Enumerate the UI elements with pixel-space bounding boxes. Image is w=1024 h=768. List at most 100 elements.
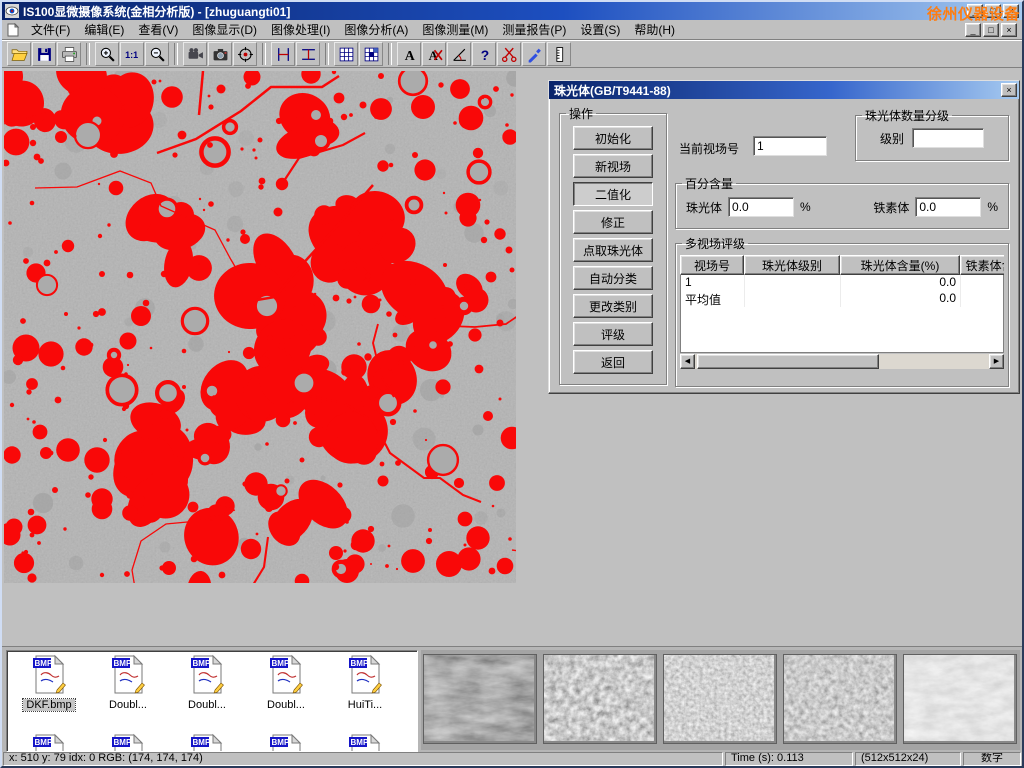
thumbnail-image[interactable] [783, 654, 897, 744]
table-cell: 0.0 [841, 275, 961, 291]
grid-dark-button[interactable] [359, 42, 383, 66]
menu-item[interactable]: 图像测量(M) [415, 21, 495, 39]
file-item[interactable]: BMP [327, 733, 403, 752]
ruler-button[interactable] [547, 42, 571, 66]
print-button[interactable] [57, 42, 81, 66]
file-name-label: Doubl... [185, 699, 229, 711]
file-item[interactable]: BMP [169, 733, 245, 752]
operation-button[interactable]: 点取珠光体 [573, 238, 653, 262]
file-item[interactable]: BMP [248, 733, 324, 752]
micrograph-image[interactable] [4, 71, 516, 583]
maximize-button[interactable]: □ [985, 4, 1001, 18]
restore-button[interactable]: □ [983, 23, 999, 37]
operation-button[interactable]: 更改类别 [573, 294, 653, 318]
grid-dark-icon [363, 46, 380, 63]
minimize-button[interactable]: _ [967, 4, 983, 18]
print-icon [61, 46, 78, 63]
thumbnail-image[interactable] [663, 654, 777, 744]
thumbnail-image[interactable] [543, 654, 657, 744]
bmp-file-icon: BMP [268, 654, 304, 694]
grade-input[interactable] [912, 128, 984, 148]
pearlite-percent-input[interactable] [728, 197, 794, 217]
window-title: IS100显微摄像系统(金相分析版) - [zhuguangti01] [23, 3, 290, 20]
file-item[interactable]: BMP [90, 733, 166, 752]
scrollbar-thumb[interactable] [697, 354, 879, 369]
close-button[interactable]: × [1001, 23, 1017, 37]
menu-item[interactable]: 图像分析(A) [337, 21, 415, 39]
text-annotation-button[interactable]: A [397, 42, 421, 66]
file-item[interactable]: BMP HuiTi... [327, 654, 403, 711]
dialog-close-button[interactable]: × [1001, 83, 1017, 97]
svg-text:A: A [404, 47, 414, 62]
document-icon [6, 23, 20, 37]
menu-item[interactable]: 查看(V) [131, 21, 185, 39]
grade-label: 级别 [880, 130, 904, 147]
help-button[interactable]: ? [472, 42, 496, 66]
color-picker-button[interactable] [522, 42, 546, 66]
grade-group-label: 珠光体数量分级 [862, 107, 952, 124]
svg-text:BMP: BMP [272, 738, 290, 747]
target-button[interactable] [233, 42, 257, 66]
bmp-file-icon: BMP [110, 654, 146, 694]
video-camera-button[interactable] [183, 42, 207, 66]
operation-button[interactable]: 新视场 [573, 154, 653, 178]
text-delete-button[interactable]: A [422, 42, 446, 66]
file-item[interactable]: BMP [11, 733, 87, 752]
ferrite-percent-input[interactable] [915, 197, 981, 217]
bmp-file-icon: BMP [31, 654, 67, 694]
table-row[interactable]: 10.0 [681, 275, 1003, 291]
measure-vertical-button[interactable] [271, 42, 295, 66]
menu-item[interactable]: 图像显示(D) [185, 21, 264, 39]
menu-bar: 文件(F)编辑(E)查看(V)图像显示(D)图像处理(I)图像分析(A)图像测量… [2, 20, 1022, 40]
minimize-button[interactable]: _ [965, 23, 981, 37]
current-field-input[interactable] [753, 136, 827, 156]
file-item[interactable]: BMPDoubl... [169, 654, 245, 711]
pearlite-dialog: 珠光体(GB/T9441-88) × 操作 初始化新视场二值化修正点取珠光体自动… [548, 80, 1020, 394]
image-size-status: (512x512x24) [855, 752, 961, 766]
menu-item[interactable]: 图像处理(I) [264, 21, 337, 39]
open-file-button[interactable] [7, 42, 31, 66]
scroll-left-button[interactable]: ◀ [680, 354, 695, 369]
svg-text:BMP: BMP [35, 659, 53, 668]
angle-measure-button[interactable] [447, 42, 471, 66]
zoom-in-button[interactable] [95, 42, 119, 66]
cut-button[interactable] [497, 42, 521, 66]
title-bar: IS100显微摄像系统(金相分析版) - [zhuguangti01] _□× [2, 2, 1022, 20]
operation-button[interactable]: 初始化 [573, 126, 653, 150]
menu-item[interactable]: 编辑(E) [77, 21, 131, 39]
close-button[interactable]: × [1003, 4, 1019, 18]
menu-item[interactable]: 测量报告(P) [495, 21, 573, 39]
file-item[interactable]: BMPDKF.bmp [11, 654, 87, 711]
actual-size-button[interactable]: 1:1 [120, 42, 144, 66]
operation-button[interactable]: 自动分类 [573, 266, 653, 290]
operation-button[interactable]: 返回 [573, 350, 653, 374]
menu-item[interactable]: 文件(F) [24, 21, 77, 39]
pearlite-grade-group: 珠光体数量分级 级别 [855, 107, 1009, 161]
camera-capture-icon [212, 46, 229, 63]
operation-button[interactable]: 二值化 [573, 182, 653, 206]
save-button[interactable] [32, 42, 56, 66]
horizontal-scrollbar[interactable]: ◀ ▶ [680, 354, 1004, 369]
menu-item[interactable]: 帮助(H) [627, 21, 682, 39]
scroll-right-button[interactable]: ▶ [989, 354, 1004, 369]
file-item[interactable]: BMP Doubl... [90, 654, 166, 711]
multi-field-rating-group: 多视场评级 视场号珠光体级别珠光体含量(%)铁素体含量(%) 10.0平均值0.… [675, 235, 1009, 387]
operation-button[interactable]: 修正 [573, 210, 653, 234]
camera-capture-button[interactable] [208, 42, 232, 66]
open-file-icon [11, 46, 28, 63]
operation-button[interactable]: 评级 [573, 322, 653, 346]
file-name-label: Doubl... [106, 699, 150, 711]
file-name-label: HuiTi... [345, 699, 385, 711]
svg-text:BMP: BMP [351, 659, 369, 668]
file-item[interactable]: BMPDoubl... [248, 654, 324, 711]
svg-text:BMP: BMP [114, 659, 132, 668]
mode-status: 数字 [963, 752, 1021, 766]
menu-item[interactable]: 设置(S) [573, 21, 627, 39]
table-row[interactable]: 平均值0.0 [681, 291, 1003, 307]
zoom-out-button[interactable] [145, 42, 169, 66]
thumbnail-image[interactable] [423, 654, 537, 744]
grid-button[interactable] [334, 42, 358, 66]
thumbnail-image[interactable] [903, 654, 1017, 744]
measure-horizontal-button[interactable] [296, 42, 320, 66]
scrollbar-track[interactable] [695, 354, 989, 369]
